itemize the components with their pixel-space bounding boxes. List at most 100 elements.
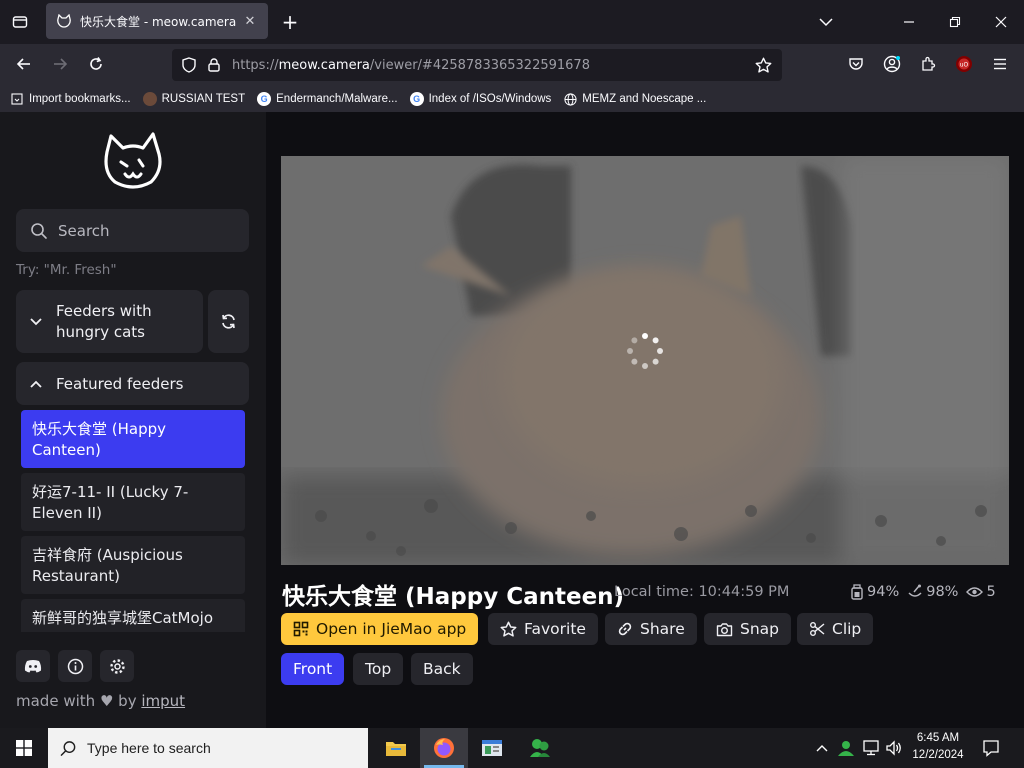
clock-date: 12/2/2024 xyxy=(912,749,964,761)
taskbar-firefox[interactable] xyxy=(420,728,468,768)
feeder-item-happy-canteen[interactable]: 快乐大食堂 (Happy Canteen) xyxy=(21,410,245,468)
cat-favicon-icon xyxy=(56,13,72,29)
hungry-cats-toggle[interactable]: Feeders with hungry cats xyxy=(16,290,203,353)
star-icon xyxy=(500,621,517,638)
globe-icon xyxy=(563,92,577,106)
google-icon: G xyxy=(409,92,424,106)
back-arrow-icon[interactable] xyxy=(10,50,38,78)
taskbar-file-explorer[interactable] xyxy=(372,728,420,768)
list-all-tabs-icon[interactable] xyxy=(812,8,840,36)
featured-feeders-toggle[interactable]: Featured feeders xyxy=(16,362,249,405)
ublock-icon[interactable]: uO xyxy=(950,50,978,78)
import-icon xyxy=(10,92,24,106)
share-button[interactable]: Share xyxy=(605,613,697,645)
window-app-icon xyxy=(481,738,503,758)
bookmark-star-icon[interactable] xyxy=(755,57,772,74)
reload-icon[interactable] xyxy=(82,50,110,78)
extensions-icon[interactable] xyxy=(914,50,942,78)
url-host: meow.camera xyxy=(278,57,370,73)
network-icon[interactable] xyxy=(861,738,881,758)
account-icon[interactable] xyxy=(878,50,906,78)
view-back-button[interactable]: Back xyxy=(411,653,473,685)
view-front-button[interactable]: Front xyxy=(281,653,345,685)
bookmark-russian-test[interactable]: RUSSIAN TEST xyxy=(142,92,245,106)
bookmark-endermanch[interactable]: G Endermanch/Malware... xyxy=(257,92,398,106)
discord-button[interactable] xyxy=(16,650,50,682)
settings-button[interactable] xyxy=(100,650,134,682)
camera-icon xyxy=(716,622,733,637)
windows-logo-icon xyxy=(16,740,32,756)
minimize-icon[interactable] xyxy=(895,8,923,36)
taskbar-app-window[interactable] xyxy=(468,728,516,768)
food-container-icon xyxy=(850,584,864,600)
tab-overview-icon[interactable] xyxy=(6,8,34,36)
gear-icon xyxy=(109,658,126,675)
feeder-list: 快乐大食堂 (Happy Canteen) 好运7-11- II (Lucky … xyxy=(21,410,245,632)
feeder-item-lucky-7-eleven[interactable]: 好运7-11- II (Lucky 7- Eleven II) xyxy=(21,473,245,531)
tray-overflow-icon[interactable] xyxy=(814,740,830,756)
bookmark-import[interactable]: Import bookmarks... xyxy=(10,92,131,106)
svg-text:uO: uO xyxy=(960,62,969,69)
url-scheme: https:// xyxy=(232,57,279,73)
google-icon: G xyxy=(257,92,272,106)
lock-icon[interactable] xyxy=(208,58,220,72)
info-icon xyxy=(67,658,84,675)
bookmark-memz[interactable]: MEMZ and Noescape ... xyxy=(563,92,706,106)
search-icon xyxy=(30,222,48,240)
feeder-search[interactable] xyxy=(16,209,249,252)
browser-tab[interactable]: 快乐大食堂 - meow.camera ✕ xyxy=(46,3,268,39)
url-bar[interactable]: https://meow.camera/viewer/#425878336532… xyxy=(172,49,782,81)
search-icon xyxy=(60,740,77,757)
taskbar-clock[interactable]: 6:45 AM 12/2/2024 xyxy=(906,730,970,764)
author-link[interactable]: imput xyxy=(141,692,185,710)
menu-hamburger-icon[interactable] xyxy=(986,50,1014,78)
forward-arrow-icon[interactable] xyxy=(46,50,74,78)
clip-button[interactable]: Clip xyxy=(797,613,874,645)
scissors-icon xyxy=(809,621,825,637)
link-icon xyxy=(617,621,633,637)
discord-icon xyxy=(24,659,42,673)
firefox-icon xyxy=(433,737,455,759)
url-path: /viewer/#4258783365322591678 xyxy=(369,57,590,73)
tab-close-icon[interactable]: ✕ xyxy=(242,14,258,29)
heart-icon: ♥ xyxy=(99,692,114,710)
window-close-icon[interactable] xyxy=(987,8,1015,36)
local-time: Local time: 10:44:59 PM xyxy=(614,584,790,600)
taskbar-app-green[interactable] xyxy=(516,728,564,768)
eye-icon xyxy=(966,586,984,598)
refresh-button[interactable] xyxy=(208,290,249,353)
folder-icon xyxy=(385,739,407,757)
tray-user-icon[interactable] xyxy=(836,738,856,758)
pocket-icon[interactable] xyxy=(842,50,870,78)
feeder-item-catmojo[interactable]: 新鲜哥的独享城堡CatMojo xyxy=(21,599,245,632)
made-with-credit: made with ♥ by imput xyxy=(16,692,186,710)
search-input[interactable] xyxy=(58,221,228,240)
snap-button[interactable]: Snap xyxy=(704,613,791,645)
notification-icon[interactable] xyxy=(980,738,1002,758)
bookmark-isos[interactable]: G Index of /ISOs/Windows xyxy=(409,92,551,106)
restore-icon[interactable] xyxy=(941,8,969,36)
battery-level-stat: 98% xyxy=(907,584,958,600)
bowl-icon xyxy=(907,584,923,600)
chevron-down-icon xyxy=(30,317,42,326)
view-top-button[interactable]: Top xyxy=(353,653,404,685)
bookmarks-toolbar: Import bookmarks... RUSSIAN TEST G Ender… xyxy=(0,86,1024,112)
site-icon xyxy=(142,92,157,106)
hungry-label-line1: Feeders with xyxy=(56,301,152,320)
viewer-count-stat: 5 xyxy=(966,584,996,600)
feeder-item-auspicious-restaurant[interactable]: 吉祥食府 (Auspicious Restaurant) xyxy=(21,536,245,594)
favorite-button[interactable]: Favorite xyxy=(488,613,598,645)
volume-icon[interactable] xyxy=(884,738,904,758)
meow-camera-logo[interactable] xyxy=(99,130,167,192)
qr-code-icon xyxy=(293,621,309,637)
shield-icon[interactable] xyxy=(182,57,196,73)
food-level-stat: 94% xyxy=(850,584,899,600)
hungry-label-line2: hungry cats xyxy=(56,322,145,341)
open-in-jiemao-button[interactable]: Open in JieMao app xyxy=(281,613,479,645)
start-button[interactable] xyxy=(0,728,48,768)
green-app-icon xyxy=(528,737,552,759)
taskbar-search-box[interactable]: Type here to search xyxy=(48,728,368,768)
info-button[interactable] xyxy=(58,650,92,682)
tab-title: 快乐大食堂 - meow.camera xyxy=(80,14,237,29)
new-tab-button[interactable]: + xyxy=(276,8,304,36)
